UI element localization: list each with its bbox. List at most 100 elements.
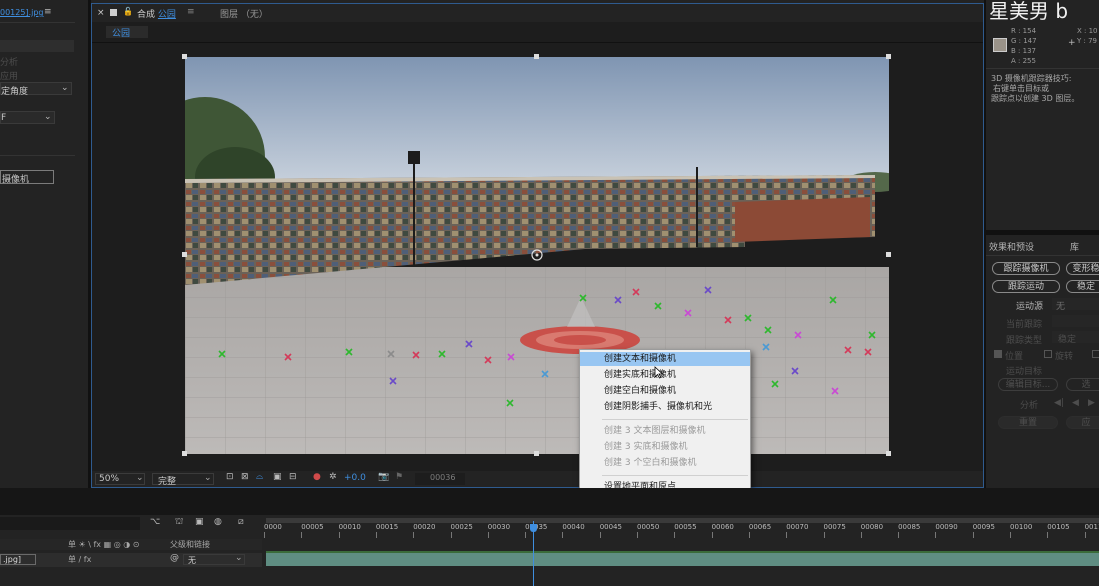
- parent-dropdown[interactable]: 无 ⌄: [183, 553, 245, 565]
- context-menu-item-label: 创建阴影捕手、摄像机和光: [604, 402, 713, 412]
- ruler-tick-label: 00030: [487, 523, 511, 531]
- color-management-icon[interactable]: ✲: [329, 472, 337, 482]
- analyze-prev-icon[interactable]: ◀: [1072, 398, 1079, 408]
- ruler-tick: [711, 532, 713, 538]
- channel-icon[interactable]: ●: [313, 472, 321, 482]
- track-camera-left-button[interactable]: 摄像机: [0, 170, 54, 185]
- parent-link-header: 父级和链接: [170, 540, 210, 549]
- warp-stabilizer-button[interactable]: 变形稳: [1066, 262, 1099, 275]
- layer-switches[interactable]: 单 / fx: [68, 554, 91, 565]
- ruler-tick: [674, 532, 676, 538]
- transform-handle[interactable]: [182, 252, 187, 257]
- ruler-tick: [1047, 532, 1049, 538]
- parent-pickwhip-icon[interactable]: @: [170, 553, 179, 563]
- context-menu-item: 创建 3 文本图层和摄像机: [580, 424, 750, 438]
- crosshair-icon: +: [1068, 38, 1076, 48]
- info-x: X : 10: [1077, 27, 1098, 35]
- track-camera-left-label: 摄像机: [2, 175, 30, 185]
- color-swatch: [993, 38, 1007, 52]
- playhead-icon[interactable]: [529, 524, 537, 532]
- comp-tab[interactable]: 合成 公园: [137, 7, 176, 20]
- scale-checkbox[interactable]: [1092, 350, 1099, 358]
- ruler-tick-label: 00040: [562, 523, 585, 531]
- resolution-dropdown[interactable]: 完整 ⌄: [152, 473, 214, 487]
- comp-menu-icon[interactable]: ≡: [187, 7, 195, 17]
- viewer-toolbar: 50% ⌄ 完整 ⌄ ⊡ ⊠ ⌓ ▣ ⊟ ● ✲ +0.0 📷 ⚑ 00036: [92, 471, 983, 487]
- secondary-dropdown[interactable]: F ⌄: [0, 111, 55, 124]
- graph-editor-icon[interactable]: ⧄: [238, 517, 244, 527]
- track-type-value: 稳定: [1058, 335, 1077, 345]
- context-menu-separator: [602, 475, 748, 476]
- transform-handle[interactable]: [182, 54, 187, 59]
- ruler-tick: [338, 532, 340, 538]
- analyze-back-icon[interactable]: ◀|: [1054, 398, 1064, 408]
- ruler-tick: [748, 532, 750, 538]
- comp-subtab[interactable]: 公园: [106, 26, 148, 39]
- context-menu-item[interactable]: 创建阴影捕手、摄像机和光: [580, 400, 750, 414]
- position-label: 位置: [1005, 352, 1024, 362]
- ruler-tick-label: 00110: [1084, 523, 1099, 531]
- comp-flowchart-icon[interactable]: ⌥: [150, 517, 160, 527]
- context-menu-item[interactable]: 创建实底和摄像机: [580, 368, 750, 382]
- frame-blending-icon[interactable]: ▣: [195, 517, 204, 527]
- reset-button[interactable]: 重置: [998, 416, 1058, 429]
- close-tab-icon[interactable]: ×: [97, 8, 105, 18]
- transform-handle[interactable]: [534, 54, 539, 59]
- current-time-value: 00036: [430, 473, 456, 482]
- track-motion-button[interactable]: 跟踪运动: [992, 280, 1060, 293]
- angle-dropdown[interactable]: 定角度 ⌄: [0, 82, 72, 97]
- footage-frame[interactable]: [185, 57, 889, 454]
- mask-visibility-icon[interactable]: ⌓: [256, 472, 263, 482]
- context-menu-item[interactable]: 创建空白和摄像机: [580, 384, 750, 398]
- context-menu-item-label: 创建 3 个空白和摄像机: [604, 458, 697, 468]
- layer-name: .jpg]: [3, 555, 22, 564]
- motion-source-field[interactable]: [1052, 298, 1099, 310]
- libraries-tab[interactable]: 库: [1070, 240, 1079, 253]
- transform-handle[interactable]: [886, 451, 891, 456]
- stabilize-motion-button[interactable]: 稳定: [1066, 280, 1099, 293]
- effects-presets-tab[interactable]: 效果和预设: [989, 240, 1034, 253]
- comp-tab-prefix: 合成: [137, 10, 156, 20]
- info-red: R : 154: [1011, 27, 1037, 35]
- ruler-tick-label: 00100: [1010, 523, 1033, 531]
- ruler-tick-label: 00060: [711, 523, 734, 531]
- ruler-tick-label: 00005: [301, 523, 324, 531]
- transform-handle[interactable]: [534, 451, 539, 456]
- 3d-view-icon[interactable]: ⊟: [289, 472, 297, 482]
- camera-snapshot-icon[interactable]: 📷: [378, 472, 389, 482]
- analyze-label: 分析: [1020, 401, 1039, 411]
- analyze-next-icon[interactable]: ▶: [1088, 398, 1095, 408]
- layer-panel-label[interactable]: 图层 （无）: [220, 7, 268, 20]
- project-file-tab[interactable]: 00125].jpg: [0, 8, 44, 17]
- ruler-tick-label: 00025: [450, 523, 473, 531]
- options-button[interactable]: 选: [1066, 378, 1099, 391]
- edit-target-button[interactable]: 编辑目标...: [998, 378, 1058, 391]
- region-of-interest-icon[interactable]: ⊡: [226, 472, 234, 482]
- panel-menu-icon[interactable]: ≡: [44, 7, 52, 17]
- context-menu-item: 创建 3 个空白和摄像机: [580, 456, 750, 470]
- rotation-checkbox[interactable]: [1044, 350, 1052, 358]
- apply-button[interactable]: 应: [1066, 416, 1099, 429]
- transform-handle[interactable]: [886, 252, 891, 257]
- track-camera-button[interactable]: 跟踪摄像机: [992, 262, 1060, 275]
- exposure-value[interactable]: +0.0: [344, 473, 366, 483]
- lock-icon[interactable]: 🔓: [123, 7, 133, 16]
- motion-blur-icon[interactable]: ◍: [214, 517, 222, 527]
- transform-handle[interactable]: [886, 54, 891, 59]
- rotation-label: 旋转: [1055, 352, 1074, 362]
- transparency-grid-icon[interactable]: ⊠: [241, 472, 249, 482]
- layer-search-input[interactable]: [0, 517, 140, 530]
- position-checkbox[interactable]: [994, 350, 1002, 358]
- layer-duration-bar[interactable]: [266, 553, 1099, 566]
- current-time-field[interactable]: 00036: [415, 473, 465, 485]
- grid-guides-icon[interactable]: ▣: [273, 472, 282, 482]
- zoom-dropdown[interactable]: 50% ⌄: [95, 473, 145, 485]
- show-snapshot-icon[interactable]: ⚑: [395, 472, 403, 482]
- ruler-tick: [823, 532, 825, 538]
- ruler-tick-label: 00010: [338, 523, 361, 531]
- context-menu-item[interactable]: 创建文本和摄像机: [580, 352, 750, 366]
- time-ruler[interactable]: 0000000050001000015000200002500030000350…: [264, 515, 1099, 539]
- draft-3d-icon[interactable]: ⛫: [175, 517, 183, 528]
- transform-handle[interactable]: [182, 451, 187, 456]
- layer-name-field[interactable]: .jpg]: [0, 554, 36, 565]
